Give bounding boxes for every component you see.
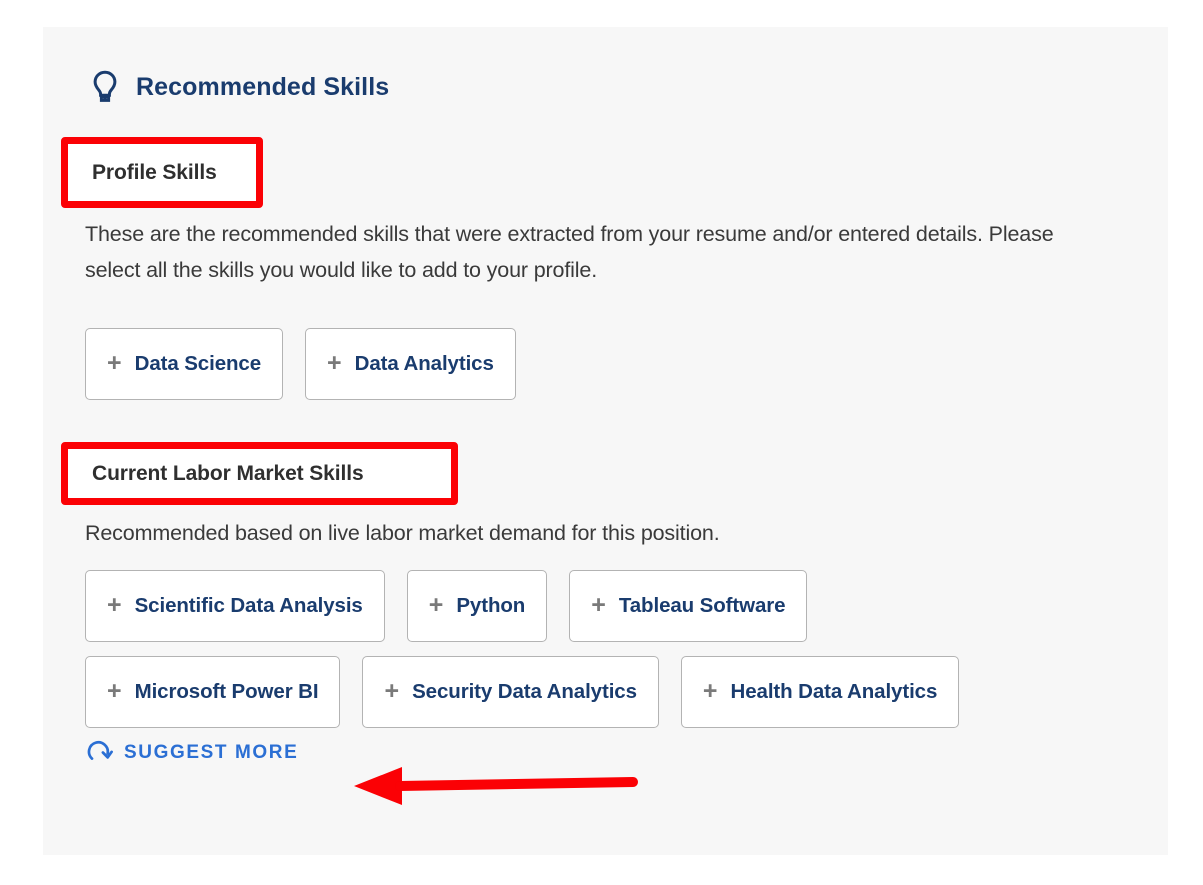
add-skill-chip-scientific-data-analysis[interactable]: + Scientific Data Analysis [85, 570, 385, 642]
labor-market-skills-heading-highlight: Current Labor Market Skills [61, 442, 458, 505]
profile-skills-chip-row: + Data Science + Data Analytics [85, 328, 516, 400]
skill-chip-label: Scientific Data Analysis [134, 594, 363, 617]
plus-icon: + [428, 590, 444, 619]
suggest-more-button[interactable]: SUGGEST MORE [87, 739, 298, 766]
card-header: Recommended Skills [91, 70, 389, 104]
recommended-skills-card: Recommended Skills Profile Skills These … [43, 27, 1168, 855]
profile-skills-description: These are the recommended skills that we… [85, 222, 1054, 282]
plus-icon: + [384, 676, 400, 705]
skill-chip-label: Security Data Analytics [412, 680, 637, 703]
skill-chip-label: Microsoft Power BI [134, 680, 319, 703]
skill-chip-label: Data Science [134, 352, 262, 375]
skill-chip-label: Python [456, 594, 526, 617]
add-skill-chip-data-analytics[interactable]: + Data Analytics [305, 328, 516, 400]
plus-icon: + [702, 676, 718, 705]
plus-icon: + [107, 348, 122, 377]
labor-market-skills-heading: Current Labor Market Skills [92, 461, 364, 485]
skill-chip-label: Data Analytics [354, 352, 494, 375]
add-skill-chip-data-science[interactable]: + Data Science [85, 328, 284, 400]
plus-icon: + [591, 590, 606, 619]
profile-skills-heading-highlight: Profile Skills [61, 137, 263, 208]
add-skill-chip-python[interactable]: + Python [406, 570, 548, 642]
add-skill-chip-tableau-software[interactable]: + Tableau Software [569, 570, 808, 642]
lightbulb-icon [91, 70, 119, 104]
profile-skills-heading: Profile Skills [92, 160, 217, 184]
add-skill-chip-health-data-analytics[interactable]: + Health Data Analytics [680, 656, 960, 728]
add-skill-chip-microsoft-power-bi[interactable]: + Microsoft Power BI [85, 656, 341, 728]
skill-chip-label: Tableau Software [618, 594, 786, 617]
plus-icon: + [107, 676, 122, 705]
plus-icon: + [107, 590, 122, 619]
refresh-icon [87, 739, 114, 766]
labor-market-chip-row-2: + Microsoft Power BI + Security Data Ana… [85, 656, 960, 728]
skill-chip-label: Health Data Analytics [730, 680, 938, 703]
suggest-more-label: SUGGEST MORE [124, 741, 299, 763]
page-title: Recommended Skills [136, 72, 390, 101]
add-skill-chip-security-data-analytics[interactable]: + Security Data Analytics [362, 656, 659, 728]
labor-market-skills-description: Recommended based on live labor market d… [85, 521, 720, 545]
labor-market-chip-row-1: + Scientific Data Analysis + Python + Ta… [85, 570, 808, 642]
plus-icon: + [327, 348, 342, 377]
